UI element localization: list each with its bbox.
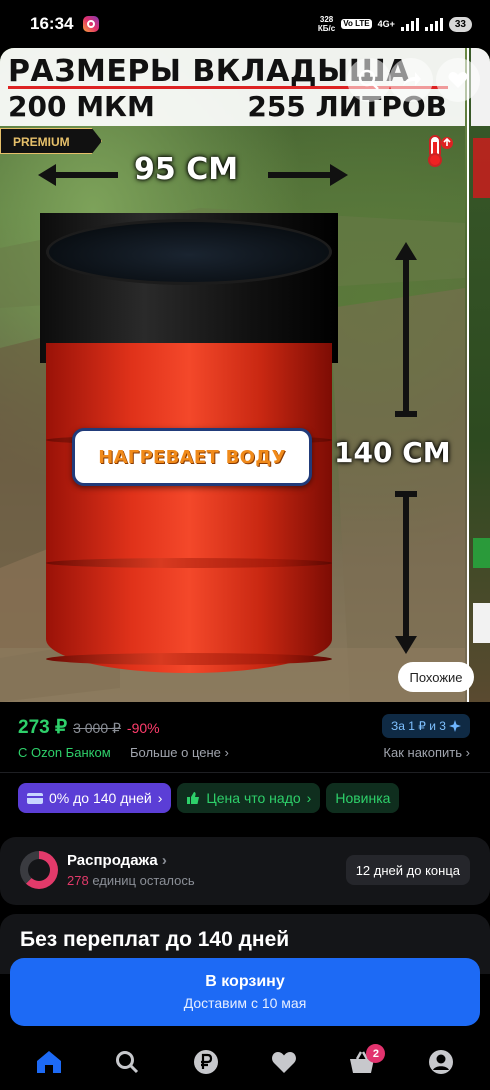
product-photo[interactable]: РАЗМЕРЫ ВКЛАДЫША 200 МКМ 255 ЛИТРОВ PREM… — [0, 48, 465, 702]
signal-icon-2 — [424, 17, 443, 31]
heats-water-badge: НАГРЕВАЕТ ВОДУ — [72, 428, 312, 486]
good-price-chip-label: Цена что надо — [206, 790, 301, 806]
card-icon — [27, 792, 43, 804]
height-label: 140 СМ — [334, 436, 451, 469]
product-image-gallery[interactable]: РАЗМЕРЫ ВКЛАДЫША 200 МКМ 255 ЛИТРОВ PREM… — [0, 48, 490, 702]
no-overpay-title: Без переплат до 140 дней — [20, 928, 290, 951]
installment-chip[interactable]: 0% до 140 дней › — [18, 783, 172, 813]
divider — [0, 772, 490, 773]
how-to-save-text: Как накопить — [383, 745, 463, 760]
status-bar: 16:34 328 КБ/с Vo LTE 4G+ 33 — [0, 0, 490, 48]
old-price: 3 000 ₽ — [73, 720, 121, 736]
chevron-right-icon: › — [157, 790, 163, 806]
ruble-icon — [193, 1050, 218, 1074]
status-indicators: 328 КБ/с Vo LTE 4G+ 33 — [318, 15, 472, 33]
profile-icon — [428, 1050, 453, 1074]
heats-water-text: НАГРЕВАЕТ ВОДУ — [98, 446, 286, 468]
ozon-bank-label: С Ozon Банком — [18, 745, 111, 760]
sale-progress-ring — [20, 851, 58, 889]
sale-remaining-count: 278 — [67, 873, 89, 888]
new-chip[interactable]: Новинка — [326, 783, 400, 813]
nav-favorites[interactable] — [264, 1042, 304, 1082]
sale-remaining-text: единиц осталось — [92, 873, 195, 888]
barrel-rib — [46, 558, 332, 568]
heart-icon — [272, 1052, 297, 1073]
nav-search[interactable] — [107, 1042, 147, 1082]
how-to-save-link[interactable]: Как накопить › — [383, 745, 470, 760]
new-chip-label: Новинка — [335, 790, 391, 806]
more-about-price-text: Больше о цене — [130, 745, 221, 760]
width-label: 95 СМ — [134, 152, 239, 187]
price-row: 273 ₽ 3 000 ₽ -90% — [18, 716, 160, 739]
chevron-right-icon: › — [465, 745, 470, 760]
zoom-icon — [358, 69, 379, 90]
good-price-chip[interactable]: Цена что надо › — [177, 783, 321, 813]
network-speed-unit: КБ/с — [317, 24, 336, 33]
sparkle-icon — [448, 720, 461, 732]
sale-remaining: 278 единиц осталось — [67, 873, 195, 888]
next-photo-preview[interactable] — [467, 48, 490, 702]
search-icon — [116, 1051, 139, 1074]
favorite-button[interactable] — [436, 58, 480, 102]
points-pill-label: За 1 ₽ и 3 — [391, 719, 446, 733]
share-icon — [403, 72, 421, 86]
add-to-cart-label: В корзину — [205, 973, 285, 990]
signal-icon — [400, 17, 419, 31]
chevron-right-icon: › — [306, 790, 312, 806]
chips-row: 0% до 140 дней › Цена что надо › Новинка — [18, 783, 400, 813]
nav-finance[interactable] — [186, 1042, 226, 1082]
battery-icon: 33 — [448, 16, 472, 32]
instagram-notification-icon — [83, 16, 100, 32]
sale-title: Распродажа › — [67, 852, 167, 869]
network-type: 4G+ — [377, 19, 395, 29]
bottom-nav: 2 — [0, 1034, 490, 1090]
share-button[interactable] — [389, 58, 433, 102]
chevron-right-icon: › — [161, 852, 167, 869]
barrel-body — [46, 343, 332, 673]
barrel-water-surface — [46, 219, 332, 285]
cart-count-badge: 2 — [366, 1044, 386, 1063]
home-icon — [37, 1051, 62, 1073]
delivery-date: Доставим с 10 мая — [183, 995, 307, 1011]
discount-percent: -90% — [126, 720, 160, 736]
hero-thickness: 200 МКМ — [8, 90, 155, 123]
sale-card[interactable]: Распродажа › 278 единиц осталось 12 дней… — [0, 837, 490, 905]
thermometer-icon — [428, 135, 453, 167]
zoom-button[interactable] — [347, 58, 391, 102]
network-speed: 328 КБ/с — [318, 15, 335, 33]
barrel-rib — [46, 653, 332, 665]
current-price: 273 ₽ — [18, 717, 68, 738]
sale-days-left: 12 дней до конца — [345, 855, 470, 885]
nav-profile[interactable] — [421, 1042, 461, 1082]
more-about-price-link[interactable]: Больше о цене › — [130, 745, 229, 760]
heart-icon — [448, 72, 468, 88]
nav-home[interactable] — [29, 1042, 69, 1082]
similar-button[interactable]: Похожие — [398, 662, 474, 692]
points-pill[interactable]: За 1 ₽ и 3 — [382, 714, 470, 738]
thumbs-up-icon — [187, 792, 200, 804]
premium-badge: PREMIUM — [0, 128, 102, 154]
status-time: 16:34 — [30, 14, 74, 33]
volte-icon: Vo LTE — [341, 19, 372, 29]
nav-cart[interactable]: 2 — [342, 1042, 386, 1082]
sale-title-text: Распродажа — [67, 852, 158, 869]
network-speed-value: 328 — [319, 15, 334, 24]
add-to-cart-button[interactable]: В корзину Доставим с 10 мая — [10, 958, 480, 1026]
chevron-right-icon: › — [224, 745, 229, 760]
installment-chip-label: 0% до 140 дней — [49, 790, 152, 806]
